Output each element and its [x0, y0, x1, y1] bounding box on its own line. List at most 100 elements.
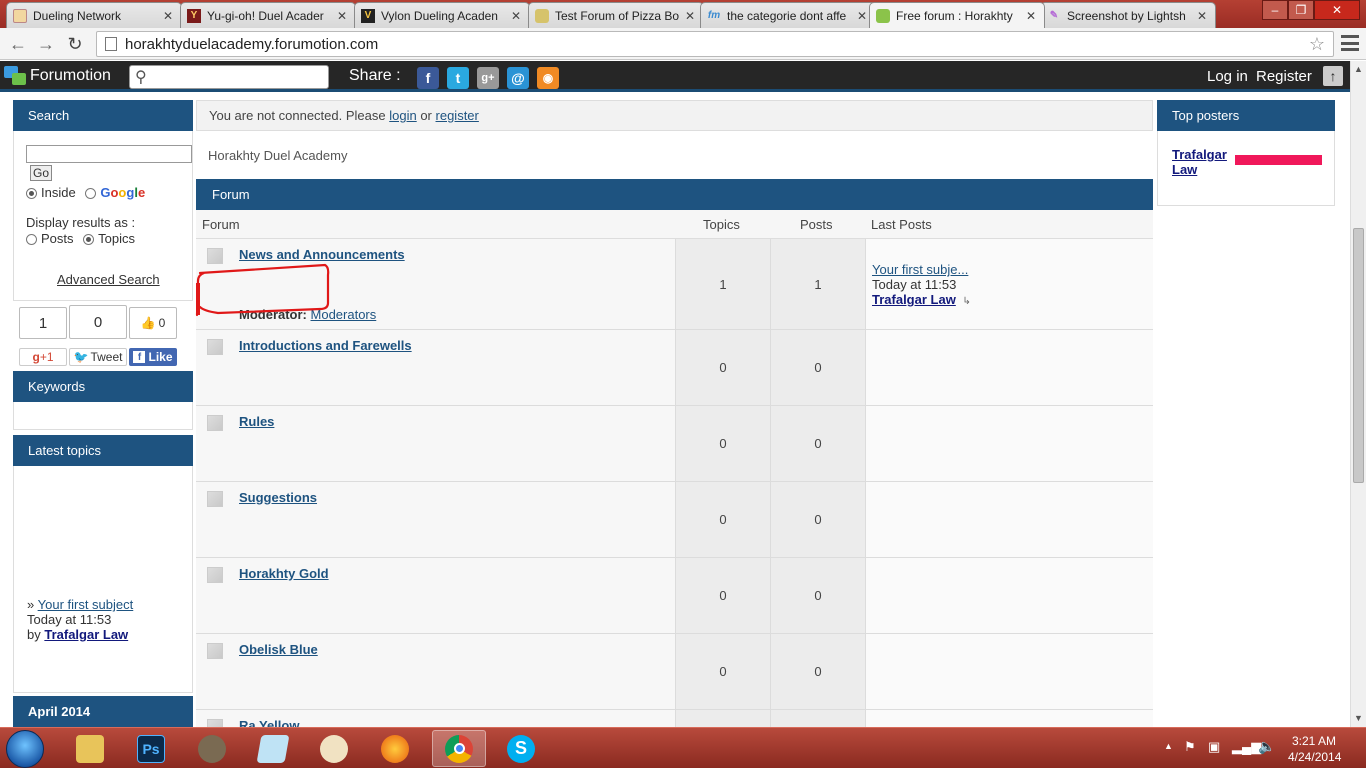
site-title: Horakhty Duel Academy: [208, 147, 348, 163]
top-poster-link[interactable]: Trafalgar Law: [1172, 147, 1227, 177]
scroll-down-icon[interactable]: ▼: [1354, 713, 1363, 723]
browser-tab[interactable]: Test Forum of Pizza Bo ✕: [528, 2, 704, 28]
category-header[interactable]: Forum: [196, 179, 1153, 210]
register-link[interactable]: Register: [1256, 68, 1312, 85]
display-results-label: Display results as :: [26, 215, 136, 230]
latest-topic-author[interactable]: Trafalgar Law: [44, 627, 128, 642]
close-icon[interactable]: ✕: [509, 9, 523, 23]
clock-time[interactable]: 3:21 AM: [1292, 734, 1336, 748]
skype-taskbar-button[interactable]: S: [494, 730, 548, 767]
google-radio[interactable]: [85, 188, 97, 200]
chrome-taskbar-button[interactable]: [432, 730, 486, 767]
close-icon[interactable]: ✕: [161, 9, 175, 23]
back-arrow-icon[interactable]: ←: [6, 32, 30, 56]
forum-name-link[interactable]: Horakhty Gold: [239, 566, 329, 581]
explorer-taskbar-button[interactable]: [63, 730, 117, 767]
facebook-icon: f: [133, 351, 146, 363]
forum-name-link[interactable]: News and Announcements: [239, 247, 405, 262]
gimp-taskbar-button[interactable]: [185, 730, 239, 767]
last-post-title-link[interactable]: Your first subje...: [872, 262, 968, 277]
notice-register-link[interactable]: register: [436, 108, 479, 123]
forum-name-link[interactable]: Introductions and Farewells: [239, 338, 412, 353]
gplus-count: 1: [19, 307, 67, 339]
main-content: You are not connected. Please login or r…: [196, 100, 1153, 727]
like-count: 0: [158, 316, 166, 330]
inside-radio[interactable]: [26, 188, 37, 200]
action-center-flag-icon[interactable]: ⚑: [1184, 739, 1196, 755]
device-icon[interactable]: ▣: [1208, 739, 1220, 755]
fm-favicon-icon: fm: [707, 10, 721, 21]
posts-count: 0: [770, 558, 865, 633]
last-post-author[interactable]: Trafalgar Law: [872, 292, 956, 307]
maximize-button[interactable]: ❐: [1288, 0, 1314, 20]
forum-name-link[interactable]: Rules: [239, 414, 274, 429]
browser-tab[interactable]: ✎ Screenshot by Lightsh ✕: [1040, 2, 1216, 28]
close-icon[interactable]: ✕: [855, 9, 869, 23]
reload-icon[interactable]: ↻: [63, 32, 87, 56]
chrome-menu-icon[interactable]: [1341, 35, 1359, 51]
forum-name-link[interactable]: Suggestions: [239, 490, 317, 505]
page-scrollbar[interactable]: ▲ ▼: [1350, 61, 1366, 727]
arrow-up-icon[interactable]: ↑: [1323, 66, 1343, 86]
close-icon[interactable]: ✕: [683, 9, 697, 23]
posts-radio[interactable]: [26, 234, 37, 246]
last-post-cell: [865, 558, 1153, 633]
photoshop-taskbar-button[interactable]: Ps: [124, 730, 178, 767]
search-input[interactable]: [26, 145, 192, 163]
minimize-button[interactable]: –: [1262, 0, 1288, 20]
start-button-icon[interactable]: [6, 730, 44, 768]
scrollbar-thumb[interactable]: [1353, 228, 1364, 483]
moderators-link[interactable]: Moderators: [311, 307, 377, 322]
login-link[interactable]: Log in: [1207, 68, 1248, 85]
col-topics: Topics: [703, 217, 740, 232]
close-icon[interactable]: ✕: [335, 9, 349, 23]
forum-row: Horakhty Gold 0 0: [196, 558, 1153, 634]
topics-radio[interactable]: [83, 234, 95, 246]
top-posters-title: Top posters: [1157, 100, 1335, 131]
browser-tab[interactable]: V Vylon Dueling Acaden ✕: [354, 2, 530, 28]
toolbar-search-input[interactable]: ⚲: [129, 65, 329, 89]
browser-tab[interactable]: Dueling Network ✕: [6, 2, 182, 28]
rss-icon[interactable]: ◉: [537, 67, 559, 89]
google-plus-icon[interactable]: g+: [477, 67, 499, 89]
browser-tab[interactable]: fm the categorie dont affe ✕: [700, 2, 876, 28]
browser-tab[interactable]: Y Yu-gi-oh! Duel Acader ✕: [180, 2, 356, 28]
tweet-button[interactable]: 🐦 Tweet: [69, 348, 127, 366]
clock-date[interactable]: 4/24/2014: [1288, 750, 1341, 764]
advanced-search-link[interactable]: Advanced Search: [57, 272, 160, 287]
browser-tab-active[interactable]: Free forum : Horakhty ✕: [869, 2, 1045, 28]
left-sidebar: Search Go Inside Google Display results …: [13, 100, 193, 727]
bookmark-star-icon[interactable]: ☆: [1309, 34, 1325, 55]
go-button[interactable]: Go: [30, 165, 52, 181]
col-last-posts: Last Posts: [871, 217, 932, 232]
email-icon[interactable]: @: [507, 67, 529, 89]
paint-palette-icon: [320, 734, 348, 763]
close-icon[interactable]: ✕: [1024, 9, 1038, 23]
close-icon[interactable]: ✕: [1195, 9, 1209, 23]
facebook-like-button[interactable]: f Like: [129, 348, 177, 366]
network-icon[interactable]: ▂▄▆: [1232, 739, 1261, 755]
forum-name-link[interactable]: Ra Yellow: [239, 718, 299, 727]
forward-arrow-icon[interactable]: →: [34, 32, 58, 56]
window-close-button[interactable]: ✕: [1314, 0, 1360, 20]
col-posts: Posts: [800, 217, 833, 232]
show-hidden-icons-icon[interactable]: ▲: [1164, 741, 1173, 751]
firefox-taskbar-button[interactable]: [368, 730, 422, 767]
twitter-icon[interactable]: t: [447, 67, 469, 89]
latest-topic-link[interactable]: Your first subject: [38, 597, 134, 612]
goto-last-post-icon[interactable]: ↳: [962, 296, 970, 307]
scroll-up-icon[interactable]: ▲: [1354, 64, 1363, 74]
notice-login-link[interactable]: login: [389, 108, 416, 123]
browser-tab-strip: Dueling Network ✕ Y Yu-gi-oh! Duel Acade…: [0, 0, 1366, 28]
paint-taskbar-button[interactable]: [307, 730, 361, 767]
top-poster-bar: [1235, 155, 1322, 165]
gimp-icon: [198, 734, 226, 763]
volume-icon[interactable]: 🔈: [1258, 738, 1275, 755]
forum-name-link[interactable]: Obelisk Blue: [239, 642, 318, 657]
address-bar[interactable]: horakhtyduelacademy.forumotion.com ☆: [96, 31, 1334, 57]
keywords-panel: [13, 402, 193, 430]
forumotion-logo[interactable]: Forumotion: [4, 66, 111, 86]
gplus-button[interactable]: g +1: [19, 348, 67, 366]
notes-taskbar-button[interactable]: [246, 730, 300, 767]
facebook-icon[interactable]: f: [417, 67, 439, 89]
